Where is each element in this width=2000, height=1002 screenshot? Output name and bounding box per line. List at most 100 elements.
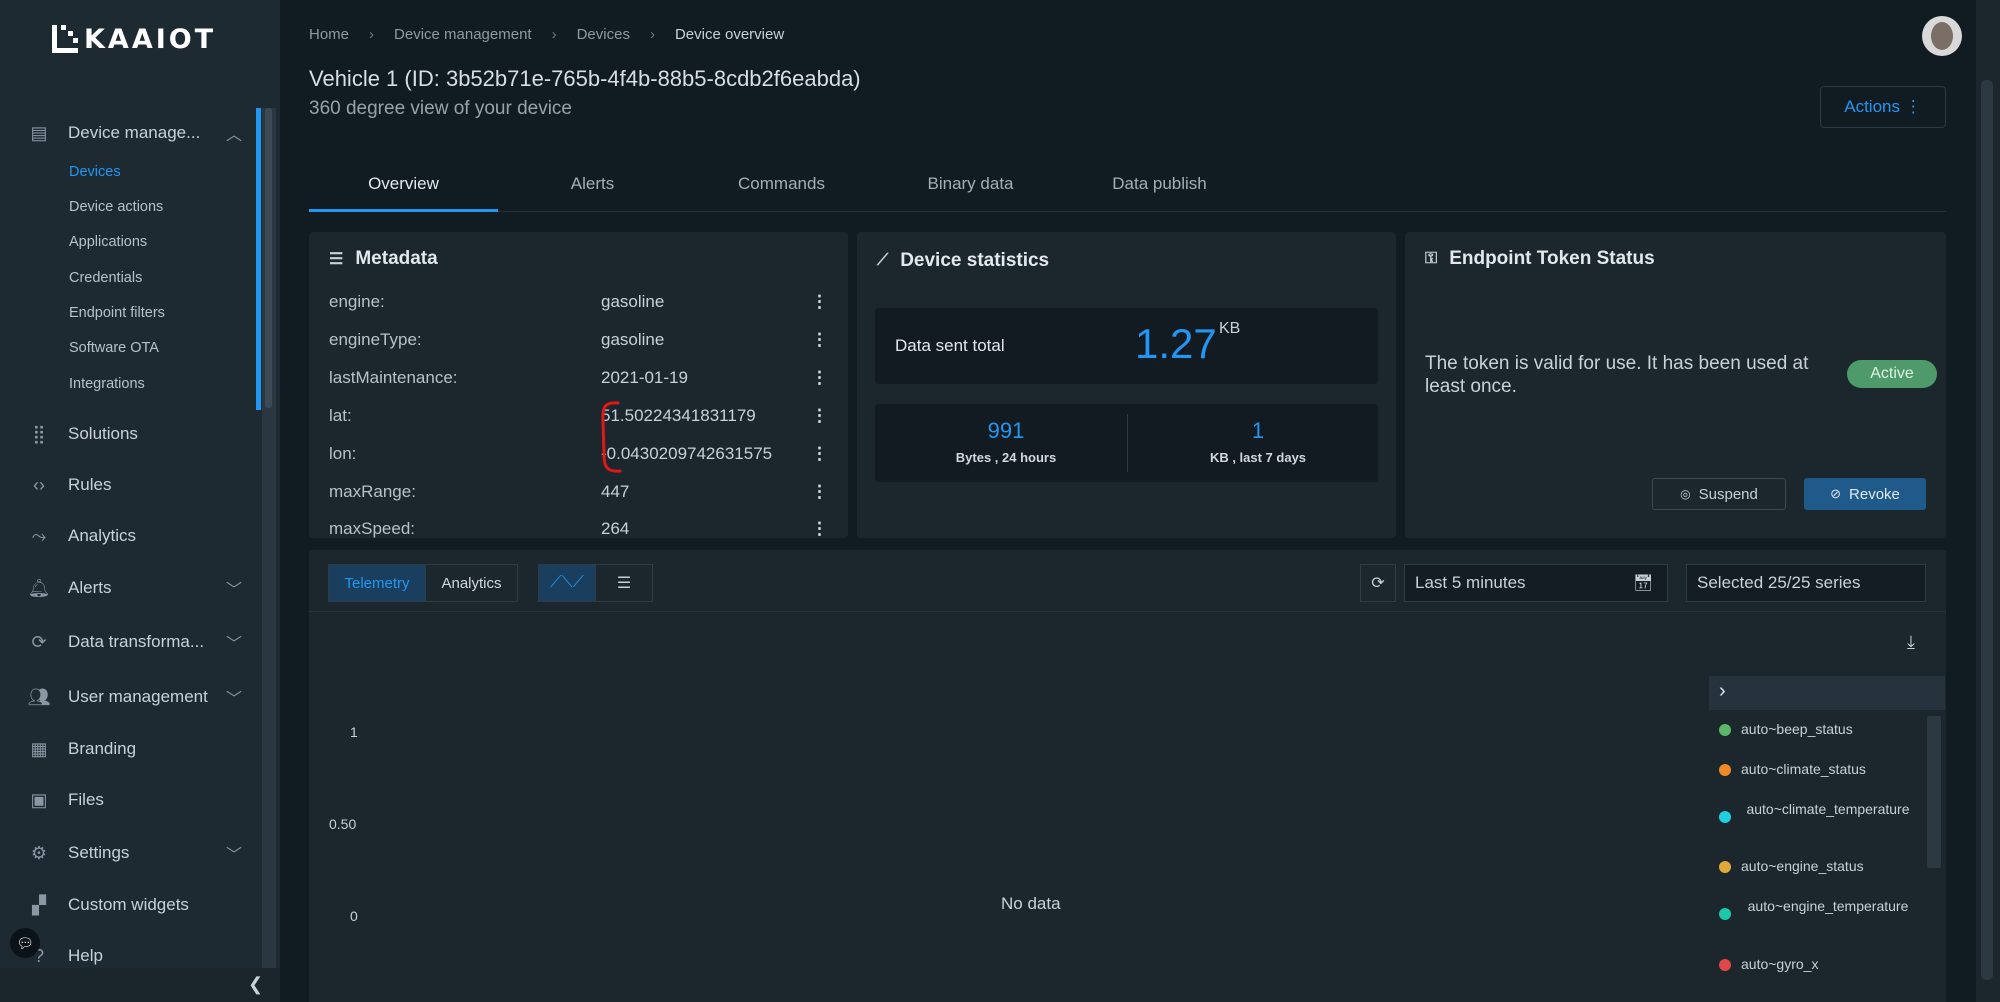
sidebar-item-help[interactable]: ? Help (28, 945, 103, 967)
chevron-down-icon[interactable]: ﹀ (226, 630, 242, 654)
card-title-text: Device statistics (900, 250, 1050, 271)
y-axis-tick: 0.50 (329, 816, 357, 832)
metadata-value: -0.0430209742631575 (601, 444, 773, 463)
legend-item[interactable]: auto~gyro_x (1719, 956, 1919, 973)
logo-mark-icon (52, 25, 80, 53)
sidebar-item-branding[interactable]: ▦ Branding (28, 738, 136, 760)
download-icon[interactable]: ⤓ (1907, 632, 1915, 653)
calendar-icon[interactable]: 📅︎ (1633, 573, 1653, 593)
legend-item[interactable]: auto~engine_status (1719, 858, 1919, 875)
telemetry-toggle[interactable]: Telemetry (328, 564, 426, 602)
series-select[interactable]: Selected 25/25 series (1686, 564, 1926, 602)
grid-icon: ⣿ (32, 423, 46, 444)
sidebar-item-user-management[interactable]: 👥︎ User management ﹀ (28, 686, 242, 709)
chevron-right-icon[interactable]: › (1719, 680, 1726, 703)
endpoint-token-card: ⚿ Endpoint Token Status The token is val… (1405, 232, 1946, 538)
sidebar-scrollbar[interactable] (262, 108, 276, 968)
sidebar-subitem-integrations[interactable]: Integrations (69, 376, 145, 392)
metadata-key: maxSpeed: (329, 519, 415, 538)
metadata-key: lastMaintenance: (329, 368, 458, 387)
avatar[interactable] (1922, 16, 1962, 56)
legend-color-dot (1719, 908, 1731, 920)
sidebar-item-device-management[interactable]: ▤ Device manage... ︿ (28, 122, 242, 145)
tab-binary-data[interactable]: Binary data (876, 174, 1065, 194)
metadata-key: engine: (329, 292, 385, 311)
refresh-icon[interactable]: ⟳ (1360, 564, 1396, 602)
line-chart-view-icon[interactable]: ⟋⟍⟋ (538, 564, 596, 602)
sidebar-item-settings[interactable]: ⚙ Settings ﹀ (28, 842, 242, 865)
revoke-button[interactable]: ⊘ Revoke (1804, 478, 1926, 510)
legend-item[interactable]: auto~engine_temperature (1719, 898, 1915, 920)
tab-commands[interactable]: Commands (687, 174, 876, 194)
chevron-down-icon[interactable]: ﹀ (226, 685, 242, 709)
data-sent-total-box: Data sent total 1.27 KB (875, 308, 1378, 384)
token-status-text: The token is valid for use. It has been … (1425, 353, 1809, 397)
sidebar-subitem-devices[interactable]: Devices (69, 164, 121, 180)
more-vertical-icon[interactable]: ⋮ (811, 482, 828, 502)
sidebar-subitem-software-ota[interactable]: Software OTA (69, 340, 159, 356)
sidebar-item-alerts[interactable]: 🔔︎ Alerts ﹀ (27, 577, 242, 600)
more-vertical-icon[interactable]: ⋮ (811, 330, 828, 350)
metadata-key: maxRange: (329, 482, 416, 501)
more-vertical-icon[interactable]: ⋮ (811, 406, 828, 426)
actions-button[interactable]: Actions ⋮ (1820, 86, 1946, 128)
sidebar-item-rules[interactable]: ‹› Rules (28, 474, 111, 496)
more-vertical-icon[interactable]: ⋮ (811, 368, 828, 388)
sidebar-item-solutions[interactable]: ⣿ Solutions (28, 423, 138, 445)
chevron-up-icon[interactable]: ︿ (226, 121, 242, 145)
metadata-title: ☰ Metadata (329, 248, 438, 270)
sidebar-item-data-transformation[interactable]: ⟳ Data transforma... ﹀ (28, 631, 242, 654)
time-range-value: Last 5 minutes (1415, 573, 1526, 592)
telemetry-chart (309, 612, 1946, 1002)
sidebar-item-analytics[interactable]: ⤳ Analytics (28, 525, 136, 547)
active-tab-indicator (309, 209, 498, 212)
sidebar-item-label: Device manage... (68, 123, 201, 142)
legend-item[interactable]: auto~beep_status (1719, 721, 1919, 738)
more-vertical-icon[interactable]: ⋮ (811, 519, 828, 538)
legend-color-dot (1719, 959, 1731, 971)
chevron-down-icon[interactable]: ﹀ (226, 576, 242, 600)
suspend-button[interactable]: ◎ Suspend (1652, 478, 1786, 510)
analytics-toggle[interactable]: Analytics (425, 564, 518, 602)
metadata-value: 2021-01-19 (601, 368, 688, 387)
sidebar-item-label: Rules (68, 475, 112, 494)
legend-header: › (1709, 676, 1945, 710)
kaaiot-logo[interactable]: KAAIOT (52, 24, 216, 55)
more-vertical-icon[interactable]: ⋮ (811, 292, 828, 312)
bell-icon: 🔔︎ (27, 577, 51, 598)
tab-overview[interactable]: Overview (309, 174, 498, 194)
table-view-icon[interactable]: ☰ (595, 564, 653, 602)
page-scrollbar[interactable] (1976, 0, 2000, 1002)
chevron-down-icon[interactable]: ﹀ (226, 841, 242, 865)
status-badge: Active (1847, 360, 1937, 388)
trending-up-icon: ⟋ (877, 252, 889, 269)
legend-item[interactable]: auto~climate_status (1719, 761, 1919, 778)
chevron-left-icon[interactable]: ❮ (248, 974, 263, 995)
data-sent-total-unit: KB (1219, 320, 1241, 337)
chat-icon[interactable]: 💬︎ (10, 928, 40, 958)
tab-bar: Overview Alerts Commands Binary data Dat… (309, 158, 1946, 212)
legend-label: auto~climate_status (1741, 761, 1866, 777)
device-statistics-title: ⟋ Device statistics (877, 250, 1049, 272)
sidebar-subitem-applications[interactable]: Applications (69, 234, 147, 250)
widgets-icon: ▞ (32, 894, 46, 915)
breadcrumb-device-management[interactable]: Device management (394, 26, 532, 43)
page-title: Vehicle 1 (ID: 3b52b71e-765b-4f4b-88b5-8… (309, 66, 861, 91)
gear-icon: ⚙ (30, 842, 48, 863)
breadcrumb-devices[interactable]: Devices (577, 26, 630, 43)
sidebar-collapse-bar[interactable]: ❮ (0, 968, 280, 1002)
tab-alerts[interactable]: Alerts (498, 174, 687, 194)
sidebar-item-custom-widgets[interactable]: ▞ Custom widgets (28, 894, 189, 916)
endpoint-token-title: ⚿ Endpoint Token Status (1425, 248, 1655, 270)
more-vertical-icon[interactable]: ⋮ (811, 444, 828, 464)
legend-item[interactable]: auto~climate_temperature (1719, 801, 1915, 823)
bytes-24h-value: 991 (987, 418, 1025, 443)
sidebar-subitem-credentials[interactable]: Credentials (69, 270, 142, 286)
sidebar-item-files[interactable]: ▣ Files (28, 789, 103, 811)
legend-scrollbar[interactable] (1927, 716, 1941, 868)
sidebar-subitem-endpoint-filters[interactable]: Endpoint filters (69, 305, 165, 321)
breadcrumb-home[interactable]: Home (309, 26, 349, 43)
sidebar-subitem-device-actions[interactable]: Device actions (69, 199, 163, 215)
time-range-field[interactable]: Last 5 minutes 📅︎ (1404, 564, 1668, 602)
tab-data-publish[interactable]: Data publish (1065, 174, 1254, 194)
